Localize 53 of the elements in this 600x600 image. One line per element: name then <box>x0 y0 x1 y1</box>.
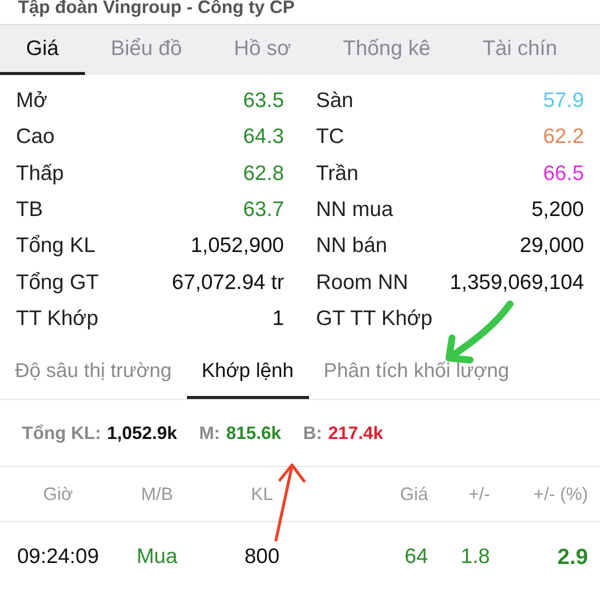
stat-label: Sàn <box>316 89 354 114</box>
summary-label: M: <box>199 422 220 444</box>
tab[interactable]: Khớp lệnh <box>186 347 309 400</box>
table-cell: 1.8 <box>460 545 490 568</box>
stat-value: 67,072.94 tr <box>172 270 284 295</box>
column-header: +/- <box>467 484 490 505</box>
stat-value: 29,000 <box>520 234 584 258</box>
column-header: Giá <box>398 484 428 505</box>
table-cell: 2.9 <box>557 544 588 570</box>
tab[interactable]: Tài chín <box>456 25 584 75</box>
column-header: Giờ <box>42 484 74 505</box>
tab[interactable]: Biểu đồ <box>84 25 208 75</box>
table-cell: 64 <box>404 545 428 568</box>
column-header: M/B <box>140 484 174 505</box>
stat-value: 62.2 <box>543 125 584 150</box>
tab[interactable]: Giá <box>0 25 85 75</box>
stat-value: 57.9 <box>543 89 584 114</box>
table-cell: Mua <box>136 545 178 568</box>
tab[interactable]: Thống kê <box>316 25 456 75</box>
summary-label: B: <box>303 422 322 444</box>
stat-value: 64.3 <box>243 125 284 150</box>
stat-label: TB <box>16 198 43 222</box>
summary-value: 1,052.9k <box>106 422 178 444</box>
stat-label: NN mua <box>316 198 394 222</box>
stat-label: Trần <box>316 162 358 186</box>
stat-value: 63.5 <box>243 89 284 114</box>
stat-label: TT Khớp <box>16 306 98 331</box>
tab[interactable]: Độ sâu thị trường <box>0 347 187 400</box>
stat-value: 66.5 <box>543 162 584 186</box>
table-cell: 09:24:09 <box>17 545 99 568</box>
column-header: KL <box>250 484 274 505</box>
stat-label: Tổng GT <box>16 270 99 295</box>
stat-label: GT TT Khớp <box>316 306 432 331</box>
table-cell: 800 <box>244 545 280 568</box>
column-header: +/- (%) <box>532 484 588 505</box>
stat-label: Cao <box>16 125 55 150</box>
tab[interactable]: Hồ sơ <box>208 25 317 75</box>
stat-value: 5,200 <box>531 198 584 222</box>
stat-label: NN bán <box>316 234 388 258</box>
stat-label: Room NN <box>316 270 408 295</box>
stat-value: 1,359,069,104 <box>450 270 584 295</box>
stat-value: 1,052,900 <box>190 234 284 258</box>
stat-value: 62.8 <box>243 162 284 186</box>
summary-label: Tổng KL: <box>22 422 101 444</box>
stat-value: 1 <box>272 306 284 331</box>
stat-value: 63.7 <box>243 198 284 222</box>
tab[interactable]: Phân tích khối lượng <box>308 347 524 400</box>
stat-label: Tổng KL <box>16 234 96 258</box>
stat-label: Thấp <box>16 162 64 186</box>
summary-value: 217.4k <box>328 422 384 444</box>
stat-label: Mở <box>16 89 48 114</box>
summary-value: 815.6k <box>226 422 282 444</box>
stat-label: TC <box>316 125 344 150</box>
